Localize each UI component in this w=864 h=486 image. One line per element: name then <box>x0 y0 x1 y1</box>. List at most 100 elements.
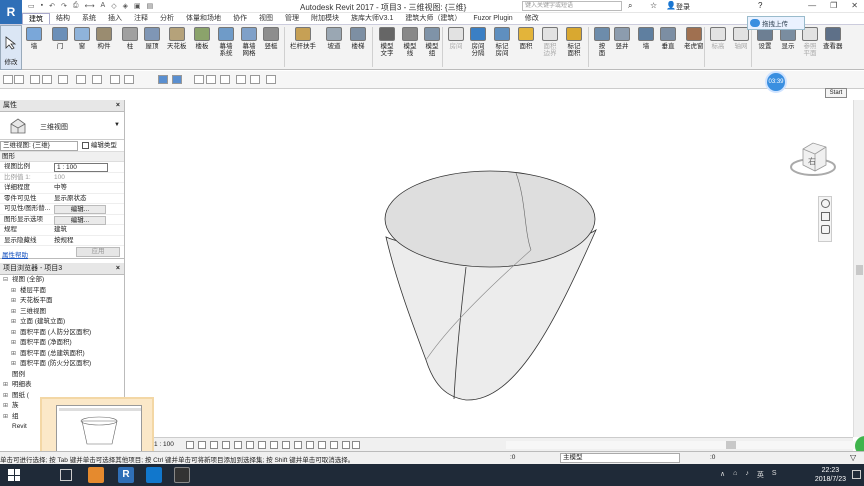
browser-tree-item[interactable]: 图例 <box>0 370 124 381</box>
close-icon[interactable]: × <box>116 100 120 112</box>
drawing-canvas[interactable]: 右 <box>126 100 853 437</box>
ribbon-button-1[interactable]: 门 <box>52 27 68 50</box>
ribbon-button-32[interactable]: 参照 平面 <box>802 27 818 57</box>
view-control-icon[interactable] <box>330 441 338 449</box>
browser-tree-item[interactable]: ⊞ 天花板平面 <box>0 296 124 307</box>
clock[interactable]: 22:23 2018/7/23 <box>815 466 846 484</box>
revit-taskbar-icon[interactable]: R <box>118 467 134 483</box>
app-taskbar-icon-orange[interactable] <box>88 467 104 483</box>
options-tool-icon[interactable] <box>110 75 120 84</box>
close-hidden-icon[interactable]: ▣ <box>134 2 141 10</box>
ribbon-button-13[interactable]: 楼梯 <box>350 27 366 50</box>
ribbon-button-31[interactable]: 显示 <box>780 27 796 50</box>
ime-mode[interactable]: S <box>772 470 777 480</box>
app-taskbar-icon-blue[interactable] <box>146 467 162 483</box>
ribbon-button-7[interactable]: 楼板 <box>194 27 210 50</box>
view-3d-icon[interactable]: ◇ <box>111 2 116 10</box>
timer-badge[interactable]: 03:39 <box>765 71 787 93</box>
options-tool-icon[interactable] <box>14 75 24 84</box>
browser-tree-item[interactable]: ⊞ 面积平面 (防火分区面积) <box>0 359 124 370</box>
app-menu-button[interactable]: R <box>0 0 22 24</box>
section-icon[interactable]: ◈ <box>123 2 128 10</box>
tab-8[interactable]: 视图 <box>253 13 279 24</box>
filter-icon[interactable]: ▽ <box>850 453 856 462</box>
ribbon-button-24[interactable]: 竖井 <box>614 27 630 50</box>
tab-3[interactable]: 插入 <box>102 13 128 24</box>
scroll-thumb[interactable] <box>856 265 863 275</box>
options-tool-icon[interactable] <box>194 75 204 84</box>
modify-button[interactable]: 修改 <box>0 25 22 70</box>
view-control-icon[interactable] <box>294 441 302 449</box>
expand-toggle-icon[interactable]: ⊞ <box>3 391 8 401</box>
active-model-select[interactable]: 主模型 <box>560 453 680 463</box>
expand-toggle-icon[interactable]: ⊞ <box>3 401 8 411</box>
ribbon-button-4[interactable]: 柱 <box>122 27 138 50</box>
view-control-icon[interactable] <box>306 441 314 449</box>
options-tool-icon[interactable] <box>42 75 52 84</box>
tab-7[interactable]: 协作 <box>227 13 253 24</box>
options-tool-icon[interactable] <box>206 75 216 84</box>
options-tool-icon[interactable] <box>250 75 260 84</box>
expand-toggle-icon[interactable]: ⊞ <box>11 296 16 306</box>
view-control-icon[interactable] <box>352 441 360 449</box>
ribbon-button-27[interactable]: 老虎窗 <box>684 27 704 50</box>
ime-lang[interactable]: 英 <box>757 470 764 480</box>
options-tool-icon[interactable] <box>76 75 86 84</box>
switch-windows-icon[interactable]: ▤ <box>147 2 154 10</box>
app-taskbar-icon-dark[interactable] <box>174 467 190 483</box>
volume-icon[interactable]: ♪ <box>745 470 749 480</box>
view-control-icon[interactable] <box>318 441 326 449</box>
options-tool-icon[interactable] <box>58 75 68 84</box>
dropdown-arrow-icon[interactable]: ▼ <box>114 122 120 128</box>
browser-tree-item[interactable]: ⊞ 面积平面 (人防分区面积) <box>0 328 124 339</box>
tab-6[interactable]: 体量和场地 <box>180 13 227 24</box>
view-control-icon[interactable] <box>234 441 242 449</box>
ribbon-button-12[interactable]: 坡道 <box>326 27 342 50</box>
ribbon-button-21[interactable]: 面积 边界 <box>542 27 558 57</box>
ribbon-button-29[interactable]: 轴网 <box>733 27 749 50</box>
ribbon-button-14[interactable]: 模型 文字 <box>379 27 395 57</box>
search-icon[interactable]: ⌕ <box>628 1 632 11</box>
property-edit-button[interactable]: 编辑... <box>54 215 106 225</box>
view-control-icon[interactable] <box>282 441 290 449</box>
browser-tree-item[interactable]: ⊟ 视图 (全部) <box>0 275 124 286</box>
ribbon-button-2[interactable]: 窗 <box>74 27 90 50</box>
view-control-icon[interactable] <box>258 441 266 449</box>
tab-10[interactable]: 附加模块 <box>305 13 345 24</box>
undo-icon[interactable]: ↶ <box>49 2 55 10</box>
options-tool-icon[interactable] <box>124 75 134 84</box>
text-icon[interactable]: A <box>101 2 106 10</box>
view-control-icon[interactable] <box>270 441 278 449</box>
ribbon-button-22[interactable]: 标记 面积 <box>566 27 582 57</box>
steering-wheel-icon[interactable] <box>820 199 830 208</box>
ribbon-button-5[interactable]: 屋顶 <box>144 27 160 50</box>
options-tool-icon[interactable] <box>220 75 230 84</box>
expand-toggle-icon[interactable]: ⊞ <box>11 349 16 359</box>
expand-toggle-icon[interactable]: ⊞ <box>11 307 16 317</box>
ribbon-button-3[interactable]: 构件 <box>96 27 112 50</box>
help-icon[interactable]: ? <box>758 1 762 10</box>
ribbon-button-17[interactable]: 房间 <box>448 27 464 50</box>
view-control-icon[interactable] <box>246 441 254 449</box>
expand-toggle-icon[interactable]: ⊞ <box>3 380 8 390</box>
task-view-icon[interactable] <box>60 469 72 481</box>
print-icon[interactable]: ⎙ <box>73 2 79 10</box>
browser-tree-item[interactable]: ⊞ 面积平面 (总建筑面积) <box>0 349 124 360</box>
apply-button[interactable]: 应用 <box>76 247 120 257</box>
close-icon[interactable]: × <box>116 263 120 275</box>
open-icon[interactable]: ▭ <box>28 2 35 10</box>
redo-icon[interactable]: ↷ <box>61 2 67 10</box>
user-icon[interactable]: 👤 <box>666 1 676 10</box>
options-tool-icon[interactable] <box>30 75 40 84</box>
expand-toggle-icon[interactable]: ⊞ <box>11 359 16 369</box>
view-control-icon[interactable] <box>186 441 194 449</box>
ribbon-button-8[interactable]: 幕墙 系统 <box>218 27 234 57</box>
tab-1[interactable]: 结构 <box>50 13 76 24</box>
browser-tree-item[interactable]: ⊞ 三维视图 <box>0 307 124 318</box>
expand-toggle-icon[interactable]: ⊞ <box>11 328 16 338</box>
windows-start-icon[interactable] <box>8 469 20 481</box>
tab-2[interactable]: 系统 <box>76 13 102 24</box>
minimize-icon[interactable]: — <box>808 1 816 10</box>
search-input[interactable]: 键入关键字或短语 <box>522 1 622 11</box>
network-icon[interactable]: ⌂ <box>733 470 737 480</box>
